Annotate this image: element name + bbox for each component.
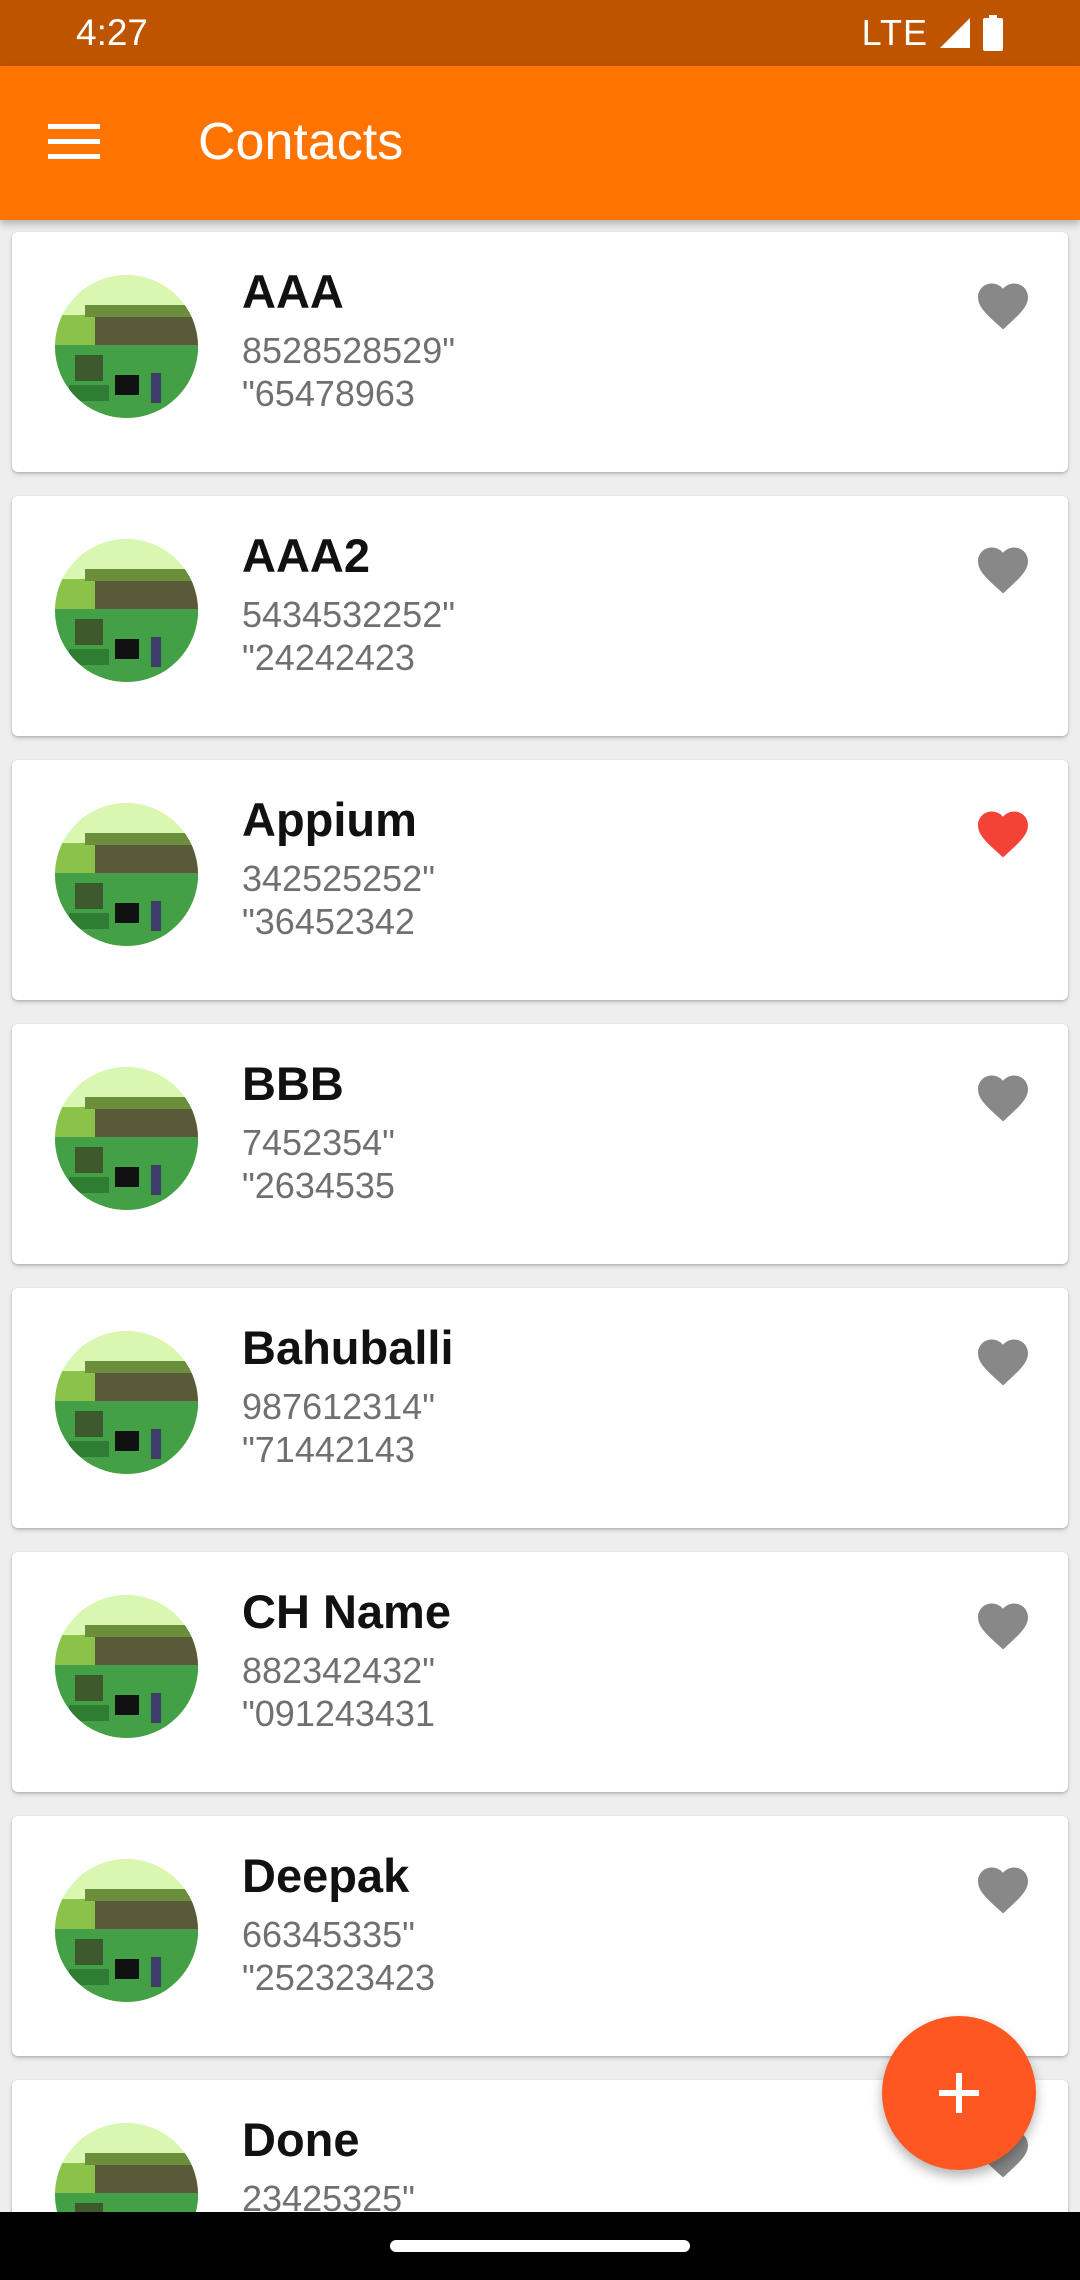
contact-phone-secondary: "71442143 — [242, 1429, 415, 1470]
avatar — [55, 539, 198, 682]
contact-phone: 987612314" — [242, 1386, 435, 1427]
favorite-heart-icon[interactable] — [972, 804, 1034, 864]
navigation-bar — [0, 2212, 1080, 2280]
contact-phone: 7452354" — [242, 1122, 395, 1163]
contact-phone-secondary: "24242423 — [242, 637, 415, 678]
contact-phone-secondary: "2634535 — [242, 1165, 395, 1206]
contact-card[interactable]: Appium 342525252" "36452342 — [12, 760, 1068, 1000]
avatar — [55, 2123, 198, 2212]
contact-name: Done — [242, 2113, 360, 2166]
contact-card[interactable]: BBB 7452354" "2634535 — [12, 1024, 1068, 1264]
contact-card[interactable]: CH Name 882342432" "091243431 — [12, 1552, 1068, 1792]
hamburger-menu-icon[interactable] — [48, 122, 104, 162]
contact-phone-secondary: "65478963 — [242, 373, 415, 414]
contact-card[interactable]: AAA 8528528529" "65478963 — [12, 232, 1068, 472]
app-bar: Contacts — [0, 66, 1080, 220]
avatar — [55, 1595, 198, 1738]
avatar — [55, 275, 198, 418]
favorite-heart-icon[interactable] — [972, 1068, 1034, 1128]
add-contact-button[interactable] — [882, 2016, 1036, 2170]
page-title: Contacts — [198, 113, 404, 171]
contact-phone-secondary: "091243431 — [242, 1693, 435, 1734]
battery-icon — [983, 15, 1003, 51]
contact-name: CH Name — [242, 1585, 451, 1638]
contact-phone: 66345335" — [242, 1914, 415, 1955]
avatar — [55, 1859, 198, 2002]
favorite-heart-icon[interactable] — [972, 540, 1034, 600]
contact-name: BBB — [242, 1057, 344, 1110]
favorite-heart-icon[interactable] — [972, 1332, 1034, 1392]
avatar — [55, 1331, 198, 1474]
contact-name: AAA — [242, 265, 344, 318]
contact-list[interactable]: AAA 8528528529" "65478963 AAA2 543453225… — [0, 220, 1080, 2212]
contact-card[interactable]: Deepak 66345335" "252323423 — [12, 1816, 1068, 2056]
status-bar: 4:27 LTE — [0, 0, 1080, 66]
contact-name: Bahuballi — [242, 1321, 454, 1374]
favorite-heart-icon[interactable] — [972, 1596, 1034, 1656]
contact-name: AAA2 — [242, 529, 370, 582]
network-type: LTE — [861, 12, 928, 53]
contact-phone: 23425325" — [242, 2178, 415, 2212]
avatar — [55, 803, 198, 946]
plus-icon — [939, 2073, 979, 2113]
contact-card[interactable]: Bahuballi 987612314" "71442143 — [12, 1288, 1068, 1528]
contact-card[interactable]: AAA2 5434532252" "24242423 — [12, 496, 1068, 736]
favorite-heart-icon[interactable] — [972, 276, 1034, 336]
home-gesture-handle[interactable] — [390, 2240, 690, 2252]
status-icons: LTE — [862, 12, 1004, 54]
contact-phone: 5434532252" — [242, 594, 455, 635]
contact-phone-secondary: "252323423 — [242, 1957, 435, 1998]
favorite-heart-icon[interactable] — [972, 1860, 1034, 1920]
contact-name: Appium — [242, 793, 417, 846]
contact-phone: 342525252" — [242, 858, 435, 899]
contact-phone-secondary: "36452342 — [242, 901, 415, 942]
contact-name: Deepak — [242, 1849, 410, 1902]
status-time: 4:27 — [76, 12, 149, 53]
signal-icon — [940, 18, 970, 48]
contact-phone: 882342432" — [242, 1650, 435, 1691]
avatar — [55, 1067, 198, 1210]
contact-phone: 8528528529" — [242, 330, 455, 371]
